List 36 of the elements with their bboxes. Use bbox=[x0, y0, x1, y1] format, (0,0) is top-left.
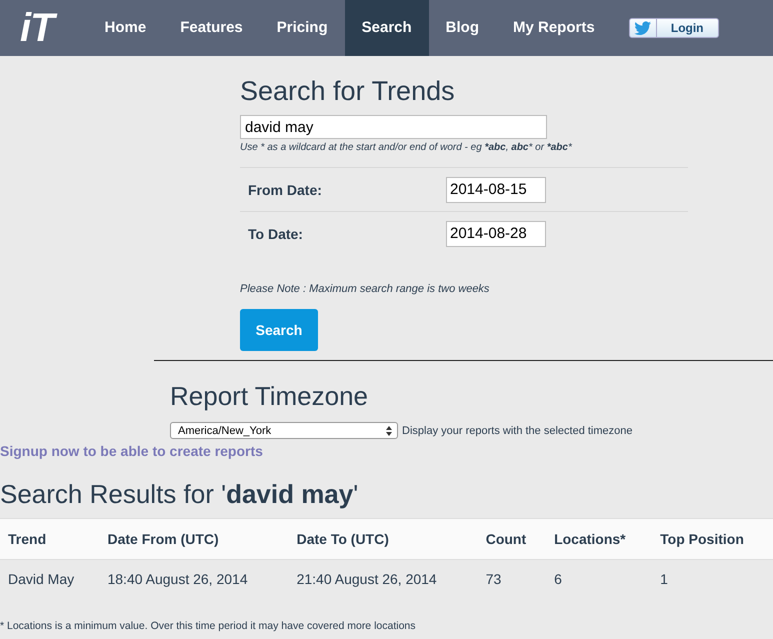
hint-text: Use * as a wildcard at the start and/or end of word - eg *abc, abc* or *abc* bbox=[240, 142, 573, 153]
signup-link[interactable]: Signup now to be able to create reports bbox=[0, 443, 773, 459]
bird-icon bbox=[634, 21, 652, 35]
field-label: To Date: bbox=[248, 226, 304, 242]
table-cell: 21:40 August 26, 2014 bbox=[288, 560, 478, 598]
field-label: From Date: bbox=[248, 182, 323, 198]
column-header: Count bbox=[478, 518, 546, 560]
table-cell: 6 bbox=[546, 560, 652, 598]
nav-link[interactable]: Blog bbox=[428, 0, 496, 56]
search-button[interactable]: Search bbox=[240, 309, 318, 351]
nav-link[interactable]: My Reports bbox=[496, 0, 612, 56]
date-field[interactable]: 2014-08-28 bbox=[446, 220, 546, 246]
column-header: Locations* bbox=[546, 518, 652, 560]
table-cell: 1 bbox=[652, 560, 773, 598]
column-header: Top Position bbox=[652, 518, 773, 560]
column-header: Trend bbox=[0, 518, 100, 560]
column-header: Date To (UTC) bbox=[288, 518, 478, 560]
table-cell: 18:40 August 26, 2014 bbox=[99, 560, 289, 598]
search-field[interactable]: david may bbox=[240, 115, 547, 139]
table-cell: David May bbox=[0, 560, 100, 598]
table-cell: 73 bbox=[478, 560, 546, 598]
column-header: Date From (UTC) bbox=[99, 518, 289, 560]
updown-arrow-icon bbox=[386, 426, 392, 436]
results-title: Search Results for 'david may' bbox=[0, 479, 360, 510]
description-text: Display your reports with the selected timezone bbox=[402, 424, 632, 436]
form-title: Search for Trends bbox=[240, 76, 456, 107]
footnote-text: * Locations is a minimum value. Over this time period it may have covered more locations bbox=[0, 620, 417, 632]
nav-link[interactable]: Search bbox=[344, 0, 429, 56]
nav-link[interactable]: Home bbox=[88, 0, 164, 56]
timezone-dropdown[interactable]: America/New_York bbox=[170, 422, 398, 439]
section-title: Report Timezone bbox=[170, 381, 369, 412]
nav-link[interactable]: Pricing bbox=[260, 0, 345, 56]
twitter-login-button[interactable]: Login bbox=[628, 18, 719, 38]
note-text: Please Note : Maximum search range is two weeks bbox=[240, 283, 490, 295]
date-field[interactable]: 2014-08-15 bbox=[446, 176, 546, 202]
nav-link[interactable]: Features bbox=[163, 0, 260, 56]
